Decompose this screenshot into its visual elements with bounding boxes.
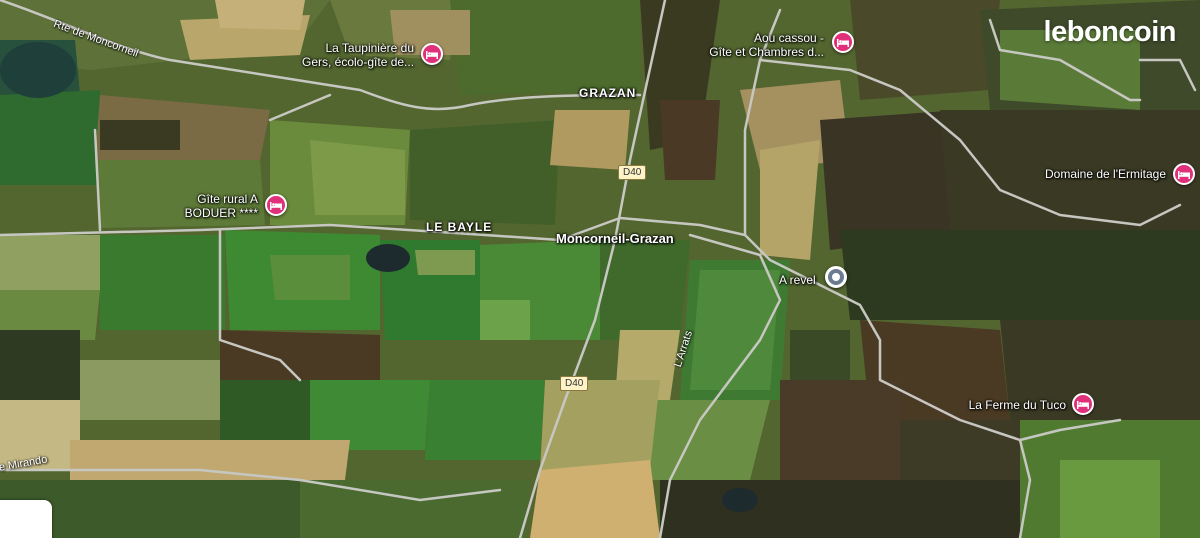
satellite-map[interactable]: leboncoin Rte de Moncorneil D40 D40 L'Ar… — [0, 0, 1200, 538]
map-layer-toggle-button[interactable] — [0, 500, 52, 538]
bed-icon — [426, 51, 438, 59]
listing-label-domaine-ermitage[interactable]: Domaine de l'Ermitage — [1020, 167, 1166, 181]
bed-icon — [1178, 171, 1190, 179]
listing-label-line1: Domaine de l'Ermitage — [1044, 167, 1166, 181]
listing-pin-taupiniere[interactable] — [421, 43, 443, 65]
listing-label-line2: Gers, écolo-gîte de... — [302, 55, 415, 69]
place-label-a-revel: A revel — [779, 273, 816, 287]
village-label-le-bayle: LE BAYLE — [426, 220, 493, 234]
listing-pin-gite-boduer[interactable] — [265, 194, 287, 216]
village-label-moncorneil-grazan: Moncorneil-Grazan — [556, 231, 674, 246]
village-label-grazan: GRAZAN — [579, 86, 637, 100]
satellite-imagery — [0, 0, 1200, 538]
listing-pin-domaine-ermitage[interactable] — [1173, 163, 1195, 185]
listing-label-line2: Gîte et Chambres d... — [709, 45, 824, 59]
listing-label-taupiniere[interactable]: La Taupinière du Gers, écolo-gîte de... — [302, 41, 414, 69]
road-sign-d40-north: D40 — [618, 165, 647, 180]
listing-label-line1: Aou cassou - — [753, 31, 824, 45]
listing-label-gite-boduer[interactable]: Gîte rural A BODUER **** — [170, 192, 258, 220]
listing-label-aou-cassou[interactable]: Aou cassou - Gîte et Chambres d... — [700, 31, 824, 59]
listing-pin-aou-cassou[interactable] — [832, 31, 854, 53]
bed-icon — [837, 39, 849, 47]
listing-label-line2: BODUER **** — [184, 206, 258, 220]
listing-label-line1: La Ferme du Tuco — [968, 398, 1066, 412]
location-marker[interactable] — [825, 266, 847, 288]
listing-label-line1: La Taupinière du — [325, 41, 414, 55]
listing-label-ferme-tuco[interactable]: La Ferme du Tuco — [950, 398, 1066, 412]
listing-pin-ferme-tuco[interactable] — [1072, 393, 1094, 415]
bed-icon — [1077, 401, 1089, 409]
leboncoin-logo[interactable]: leboncoin — [1044, 16, 1177, 49]
bed-icon — [270, 202, 282, 210]
road-sign-d40-south: D40 — [560, 376, 589, 391]
listing-label-line1: Gîte rural A — [197, 192, 258, 206]
